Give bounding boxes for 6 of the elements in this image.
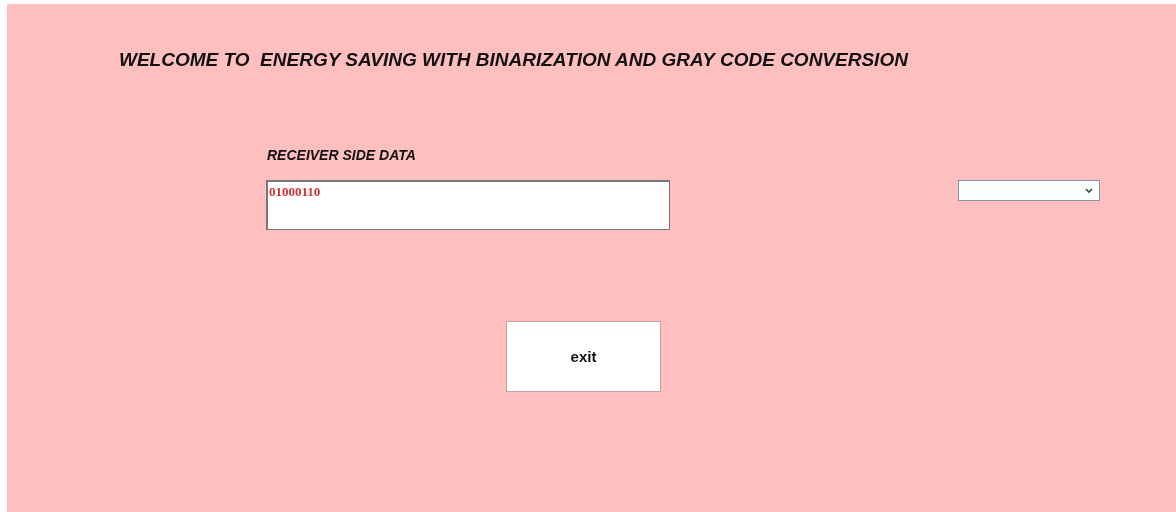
chevron-down-icon <box>1085 187 1093 194</box>
welcome-title: WELCOME TO ENERGY SAVING WITH BINARIZATION AND GRAY CODE CONVERSION <box>119 49 908 71</box>
receiver-data-field[interactable]: 01000110 <box>266 180 670 230</box>
dropdown[interactable] <box>958 180 1100 201</box>
exit-button[interactable]: exit <box>506 321 661 392</box>
receiver-label: RECEIVER SIDE DATA <box>267 147 416 163</box>
